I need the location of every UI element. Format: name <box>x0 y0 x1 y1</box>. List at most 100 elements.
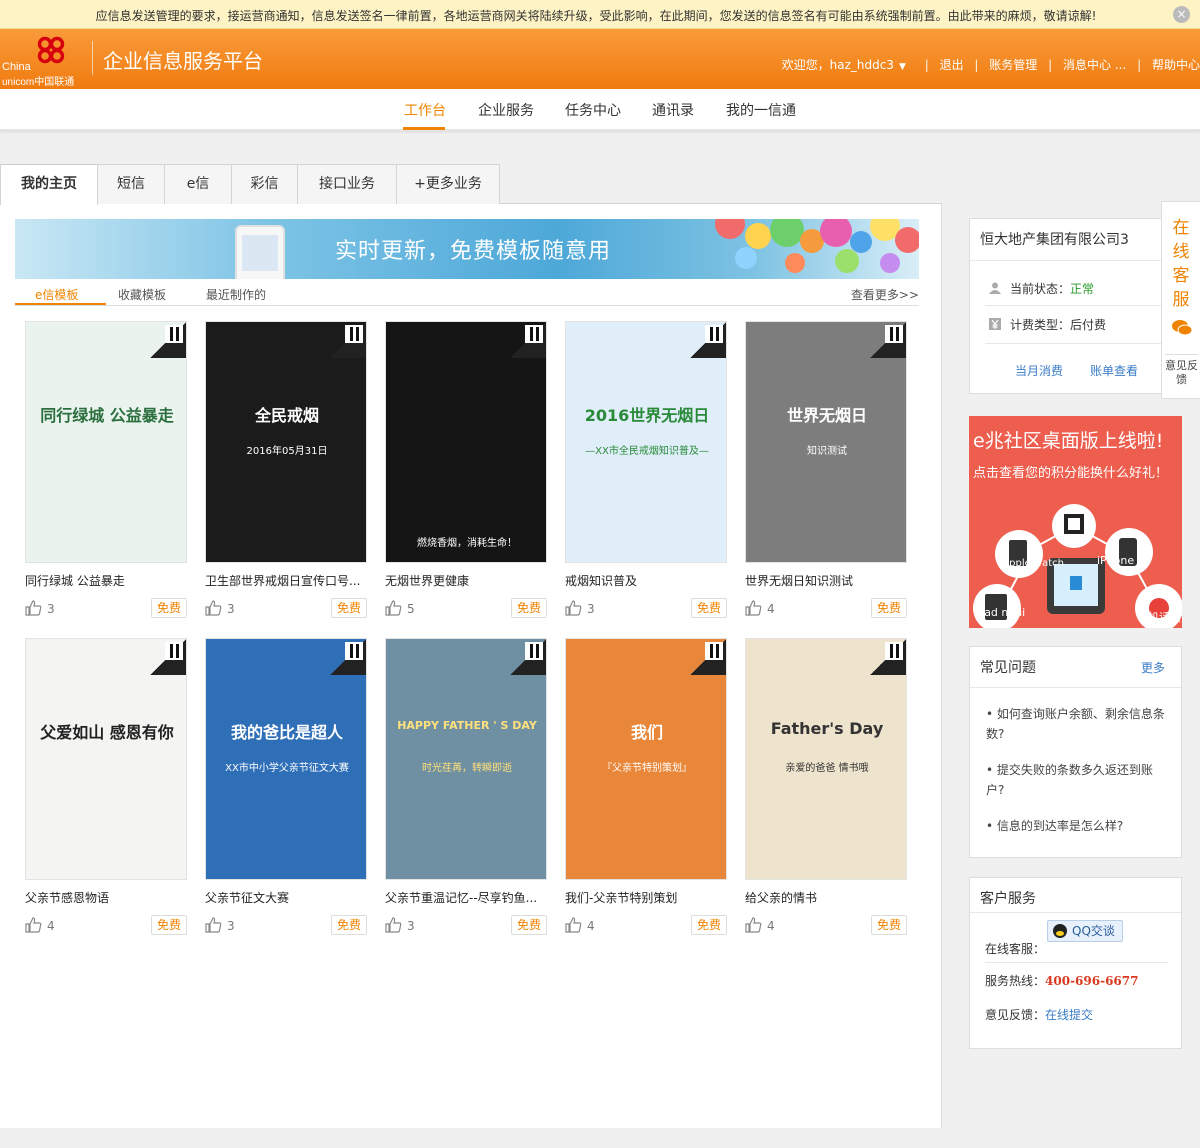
template-card[interactable]: 五月三十一日 世界无烟日 燃烧香烟，消耗生命！ 无烟世界更健康 5 免费 <box>385 321 547 621</box>
online-service-side-tab[interactable]: 在 线 客 服 意见反馈 <box>1161 201 1200 399</box>
template-title[interactable]: 给父亲的情书 <box>745 889 907 906</box>
like-count: 4 <box>587 919 595 933</box>
faq-more-link[interactable]: 更多 <box>1141 659 1165 676</box>
template-title[interactable]: 父亲节重温记忆--尽享钓鱼... <box>385 889 547 906</box>
close-icon[interactable]: × <box>1173 6 1190 23</box>
template-title[interactable]: 父亲节征文大赛 <box>205 889 367 906</box>
welcome-user[interactable]: 欢迎您，haz_hddc3 <box>782 58 894 72</box>
template-title[interactable]: 同行绿城 公益暴走 <box>25 572 187 589</box>
faq-item[interactable]: • 提交失败的条数多久返还到账户? <box>986 760 1171 800</box>
template-thumbnail[interactable]: 父爱如山 感恩有你 <box>25 638 187 880</box>
faq-item[interactable]: • 信息的到达率是怎么样? <box>986 816 1171 836</box>
tab-e-message[interactable]: e信 <box>164 164 232 204</box>
like-button[interactable]: 3 <box>385 917 425 935</box>
template-title[interactable]: 我们-父亲节特别策划 <box>565 889 727 906</box>
template-card[interactable]: 我们 『父亲节特别策划』 我们-父亲节特别策划 4 免费 <box>565 638 727 938</box>
like-button[interactable]: 3 <box>205 917 245 935</box>
like-button[interactable]: 4 <box>745 600 785 618</box>
nav-my-yixintong[interactable]: 我的一信通 <box>726 100 796 120</box>
thumbs-up-icon <box>745 917 762 933</box>
like-button[interactable]: 4 <box>25 917 65 935</box>
template-thumbnail[interactable]: 我的爸比是超人 XX市中小学父亲节征文大赛 <box>205 638 367 880</box>
like-button[interactable]: 3 <box>25 600 65 618</box>
thumbs-up-icon <box>565 917 582 933</box>
nav-workbench[interactable]: 工作台 <box>404 100 446 120</box>
template-card[interactable]: 全民戒烟 2016年05月31日 卫生部世界戒烟日宣传口号... 3 免费 <box>205 321 367 621</box>
template-card[interactable]: Father's Day 亲爱的爸爸 情书哦 给父亲的情书 4 免费 <box>745 638 907 938</box>
side-tab-char: 服 <box>1172 290 1190 310</box>
faq-item-text[interactable]: 如何查询账户余额、剩余信息条数? <box>986 707 1165 741</box>
template-card[interactable]: 世界无烟日 知识测试 世界无烟日知识测试 4 免费 <box>745 321 907 621</box>
message-center-link[interactable]: 消息中心 ... <box>1063 58 1126 72</box>
template-title[interactable]: 世界无烟日知识测试 <box>745 572 907 589</box>
template-thumbnail[interactable]: 我们 『父亲节特别策划』 <box>565 638 727 880</box>
tab-sms[interactable]: 短信 <box>97 164 165 204</box>
qq-chat-button[interactable]: QQ交谈 <box>1047 920 1123 942</box>
chevron-down-icon[interactable]: ▼ <box>899 62 906 72</box>
side-tab-label[interactable]: 在 线 客 服 <box>1171 216 1191 312</box>
template-card[interactable]: 我的爸比是超人 XX市中小学父亲节征文大赛 父亲节征文大赛 3 免费 <box>205 638 367 938</box>
bill-view-link[interactable]: 账单查看 <box>1090 362 1138 379</box>
template-banner[interactable]: 实时更新，免费模板随意用 <box>15 219 919 279</box>
feedback-side-link[interactable]: 意见反馈 <box>1165 354 1198 387</box>
template-thumbnail[interactable]: 同行绿城 公益暴走 <box>25 321 187 563</box>
template-card[interactable]: HAPPY FATHER ' S DAY 时光荏苒，转瞬即逝父亲节重温记忆--尽享… <box>385 638 547 938</box>
template-thumbnail[interactable]: 2016世界无烟日 —XX市全民戒烟知识普及— <box>565 321 727 563</box>
like-button[interactable]: 5 <box>385 600 425 618</box>
tab-more-services[interactable]: +更多业务 <box>396 164 500 204</box>
subtab-favorites[interactable]: 收藏模板 <box>118 286 166 303</box>
template-thumbnail[interactable]: 世界无烟日 知识测试 <box>745 321 907 563</box>
feedback-submit-link[interactable]: 在线提交 <box>1045 1008 1093 1022</box>
yen-icon <box>989 318 1001 330</box>
side-tab-char: 线 <box>1172 242 1190 262</box>
template-title[interactable]: 戒烟知识普及 <box>565 572 727 589</box>
user-icon <box>989 282 1001 294</box>
tab-my-homepage[interactable]: 我的主页 <box>0 164 98 205</box>
thumbs-up-icon <box>25 917 42 933</box>
qr-code-icon <box>330 322 366 358</box>
feedback-row: 意见反馈：在线提交 <box>985 1006 1093 1023</box>
qr-code-icon <box>330 639 366 675</box>
nav-task-center[interactable]: 任务中心 <box>565 100 621 120</box>
faq-item[interactable]: • 如何查询账户余额、剩余信息条数? <box>986 704 1171 744</box>
logout-link[interactable]: 退出 <box>940 58 964 72</box>
template-card[interactable]: 同行绿城 公益暴走 同行绿城 公益暴走 3 免费 <box>25 321 187 621</box>
account-box: 恒大地产集团有限公司3 当前状态：正常 计费类型：后付费 当月消费 账单查看 <box>969 218 1182 394</box>
nav-contacts[interactable]: 通讯录 <box>652 100 694 120</box>
like-button[interactable]: 4 <box>745 917 785 935</box>
main-nav: 工作台 企业服务 任务中心 通讯录 我的一信通 <box>0 89 1200 131</box>
subtab-e-templates[interactable]: e信模板 <box>35 286 78 303</box>
monthly-spend-link[interactable]: 当月消费 <box>1015 362 1063 379</box>
template-card[interactable]: 2016世界无烟日 —XX市全民戒烟知识普及— 戒烟知识普及 3 免费 <box>565 321 727 621</box>
like-button[interactable]: 3 <box>205 600 245 618</box>
thumbnail-text: 父爱如山 感恩有你 <box>40 723 174 742</box>
like-button[interactable]: 4 <box>565 917 605 935</box>
faq-item-text[interactable]: 信息的到达率是怎么样? <box>997 819 1123 833</box>
account-management-link[interactable]: 账务管理 <box>989 58 1037 72</box>
template-thumbnail[interactable]: HAPPY FATHER ' S DAY 时光荏苒，转瞬即逝 <box>385 638 547 880</box>
tab-api-service[interactable]: 接口业务 <box>297 164 397 204</box>
free-badge: 免费 <box>511 915 547 935</box>
view-more-link[interactable]: 查看更多>> <box>851 286 919 303</box>
china-unicom-logo[interactable]: China unicom中国联通 <box>2 32 82 88</box>
feedback-label: 意见反馈： <box>985 1008 1046 1022</box>
template-thumbnail[interactable]: Father's Day 亲爱的爸爸 情书哦 <box>745 638 907 880</box>
template-title[interactable]: 卫生部世界戒烟日宣传口号... <box>205 572 367 589</box>
template-title[interactable]: 无烟世界更健康 <box>385 572 547 589</box>
subtab-recent[interactable]: 最近制作的 <box>206 286 266 303</box>
separator: | <box>974 58 979 72</box>
nav-enterprise-services[interactable]: 企业服务 <box>478 100 534 120</box>
template-thumbnail[interactable]: 全民戒烟 2016年05月31日 <box>205 321 367 563</box>
help-center-link[interactable]: 帮助中心 <box>1152 58 1200 72</box>
side-tab-char: 在 <box>1172 218 1190 238</box>
promo-banner[interactable]: e兆社区桌面版上线啦! 点击查看您的积分能换什么好礼！ apple watch … <box>969 416 1182 628</box>
faq-item-text[interactable]: 提交失败的条数多久返还到账户? <box>986 763 1153 797</box>
like-button[interactable]: 3 <box>565 600 605 618</box>
qr-code-icon <box>690 322 726 358</box>
tab-mms[interactable]: 彩信 <box>231 164 298 204</box>
template-thumbnail[interactable]: 五月三十一日 世界无烟日 燃烧香烟，消耗生命！ <box>385 321 547 563</box>
thumbnail-text: 世界无烟日 <box>786 406 867 425</box>
template-card[interactable]: 父爱如山 感恩有你 父亲节感恩物语 4 免费 <box>25 638 187 938</box>
hotline-number: 400-696-6677 <box>1045 974 1139 988</box>
template-title[interactable]: 父亲节感恩物语 <box>25 889 187 906</box>
